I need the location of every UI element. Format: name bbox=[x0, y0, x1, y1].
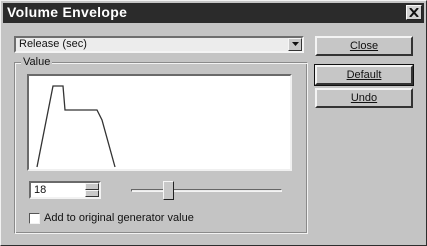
default-button-label: Default bbox=[346, 69, 382, 81]
parameter-select-dropdown-button[interactable] bbox=[288, 38, 302, 51]
value-slider-track[interactable] bbox=[131, 189, 282, 192]
window-title: Volume Envelope bbox=[7, 4, 128, 20]
parameter-select-value: Release (sec) bbox=[19, 38, 87, 50]
volume-envelope-dialog: Volume Envelope Release (sec) Close Defa… bbox=[0, 0, 427, 246]
envelope-curve bbox=[36, 85, 116, 168]
undo-button[interactable]: Undo bbox=[315, 88, 413, 108]
envelope-line bbox=[36, 85, 116, 168]
value-slider-thumb[interactable] bbox=[163, 181, 174, 200]
add-to-original-checkbox[interactable] bbox=[29, 213, 40, 224]
add-to-original-label[interactable]: Add to original generator value bbox=[44, 212, 194, 224]
close-button[interactable]: Close bbox=[315, 36, 413, 56]
title-bar[interactable]: Volume Envelope bbox=[3, 3, 424, 23]
chevron-down-icon bbox=[292, 42, 299, 46]
close-window-button[interactable] bbox=[406, 5, 422, 20]
parameter-select[interactable]: Release (sec) bbox=[14, 36, 304, 53]
spin-down-button[interactable] bbox=[85, 190, 99, 197]
undo-button-label: Undo bbox=[350, 92, 378, 104]
value-group-label: Value bbox=[21, 56, 53, 68]
default-button[interactable]: Default bbox=[314, 64, 414, 86]
value-input[interactable]: 18 bbox=[34, 184, 46, 196]
envelope-graph[interactable] bbox=[27, 74, 292, 171]
close-icon bbox=[409, 8, 419, 17]
spin-up-button[interactable] bbox=[85, 183, 99, 190]
close-button-label: Close bbox=[349, 40, 379, 52]
value-spinbox[interactable]: 18 bbox=[29, 181, 101, 199]
